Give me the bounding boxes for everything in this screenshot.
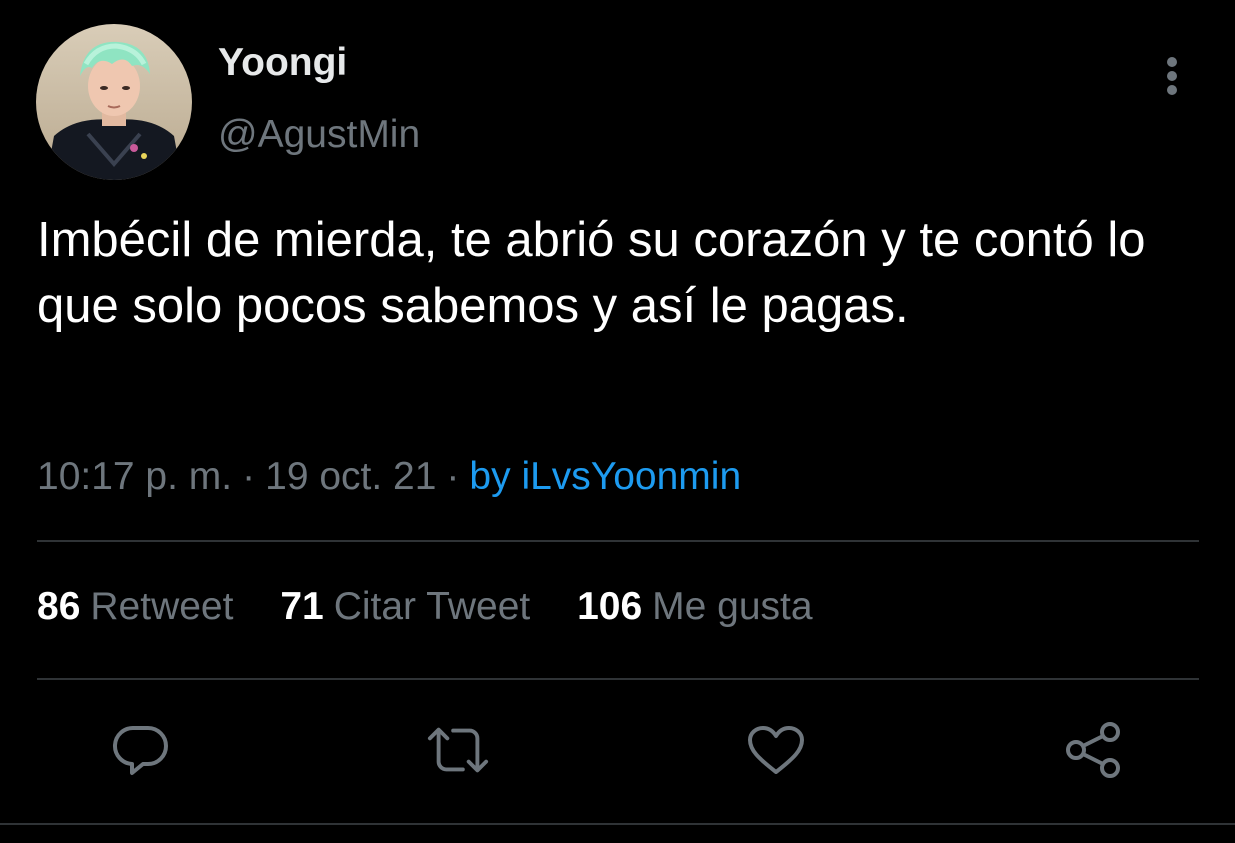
meta-separator: · [446, 455, 460, 498]
tweet-stats: 86 Retweet 71 Citar Tweet 106 Me gusta [37, 584, 849, 631]
like-stat[interactable]: 106 Me gusta [577, 584, 813, 631]
heart-icon [748, 726, 804, 774]
like-label: Me gusta [652, 585, 813, 628]
like-button[interactable] [744, 718, 808, 782]
tweet-time[interactable]: 10:17 p. m. [37, 455, 232, 498]
retweet-icon [427, 727, 489, 773]
meta-separator: · [242, 455, 256, 498]
tweet-date[interactable]: 19 oct. 21 [265, 455, 436, 498]
like-count: 106 [577, 585, 643, 628]
tweet-meta: 10:17 p. m. · 19 oct. 21 · by iLvsYoonmin [37, 454, 741, 501]
source-link[interactable]: by iLvsYoonmin [469, 455, 741, 498]
quote-stat[interactable]: 71 Citar Tweet [280, 584, 530, 631]
more-vertical-icon [1167, 57, 1177, 95]
bottom-divider [0, 823, 1235, 825]
quote-count: 71 [280, 585, 324, 628]
divider [37, 678, 1199, 680]
quote-label: Citar Tweet [333, 585, 531, 628]
retweet-stat[interactable]: 86 Retweet [37, 584, 233, 631]
retweet-button[interactable] [426, 718, 490, 782]
more-options-button[interactable] [1152, 52, 1192, 100]
divider [37, 540, 1199, 542]
author-handle[interactable]: @AgustMin [218, 112, 420, 159]
retweet-count: 86 [37, 585, 81, 628]
retweet-label: Retweet [90, 585, 234, 628]
avatar-image [36, 24, 192, 180]
share-button[interactable] [1062, 718, 1126, 782]
reply-icon [112, 725, 168, 775]
share-icon [1066, 722, 1120, 778]
avatar[interactable] [36, 24, 192, 180]
author-display-name[interactable]: Yoongi [218, 40, 347, 87]
tweet-text: Imbécil de mierda, te abrió su corazón y… [37, 213, 1146, 333]
reply-button[interactable] [109, 718, 173, 782]
